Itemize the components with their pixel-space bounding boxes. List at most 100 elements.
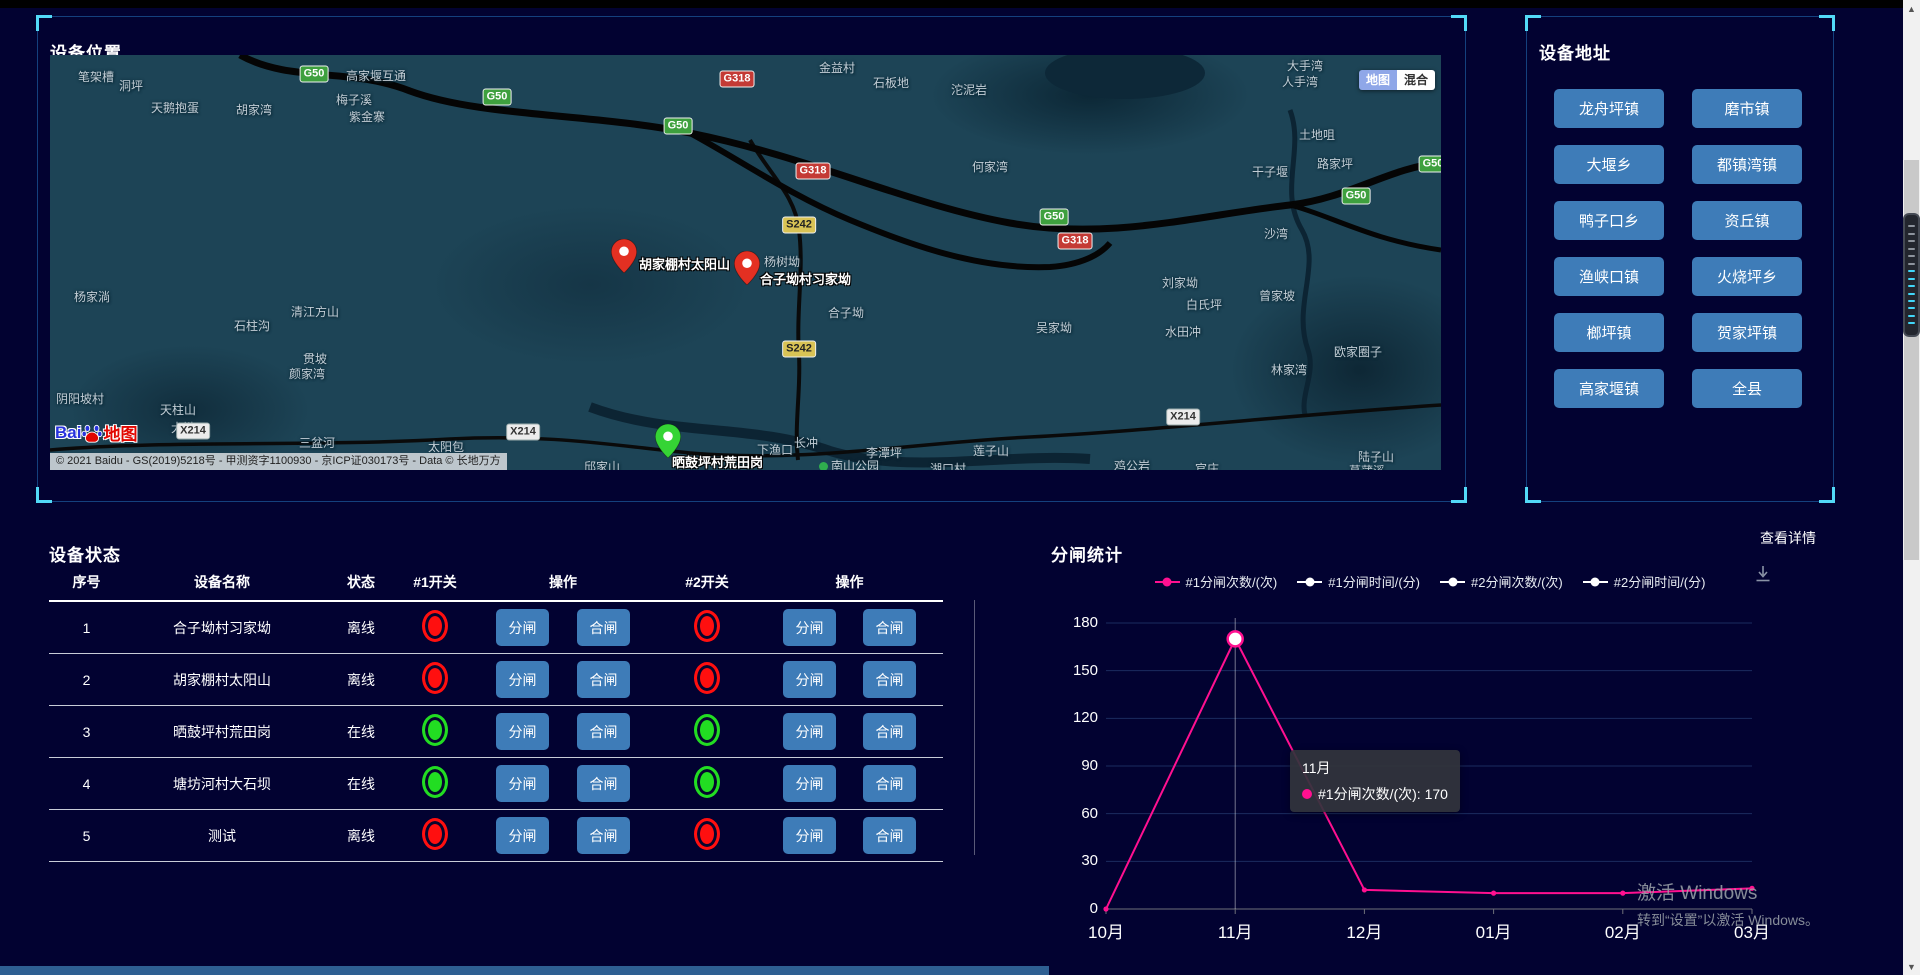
switch-indicator-off — [694, 818, 720, 850]
address-button-高家堰镇[interactable]: 高家堰镇 — [1554, 369, 1664, 408]
open-switch-button[interactable]: 分闸 — [783, 817, 836, 854]
corner-decoration — [1819, 487, 1835, 503]
map-place-label: 天柱山 — [160, 401, 196, 418]
page-scrollbar[interactable]: ▲ ▼ — [1903, 0, 1920, 975]
open-switch-button[interactable]: 分闸 — [496, 817, 549, 854]
legend-item[interactable]: #2分闸时间/(分) — [1583, 572, 1706, 591]
scrollbar-up-arrow[interactable]: ▲ — [1903, 0, 1920, 17]
map-place-label: 清江方山 — [291, 303, 339, 320]
close-switch-button[interactable]: 合闸 — [863, 661, 916, 698]
close-switch-button[interactable]: 合闸 — [863, 713, 916, 750]
map-type-control: 地图 混合 — [1359, 70, 1435, 90]
close-switch-button[interactable]: 合闸 — [577, 817, 630, 854]
switch-indicator-on — [422, 766, 448, 798]
legend-item[interactable]: #2分闸次数/(次) — [1440, 572, 1563, 591]
table-header-cell: #1开关 — [402, 572, 468, 592]
scroll-widget-stripe — [1908, 300, 1915, 302]
device-location-panel: 设备位置 笔架槽洞坪天鹅抱蛋胡家湾高家堰互通梅子溪紫金寨金益村石板地沱泥岩大手湾… — [37, 16, 1466, 502]
scroll-widget-stripe — [1908, 225, 1915, 227]
y-axis-tick-label: 30 — [1054, 852, 1098, 869]
close-switch-button[interactable]: 合闸 — [577, 713, 630, 750]
scroll-widget-stripe — [1908, 293, 1915, 295]
address-button-资丘镇[interactable]: 资丘镇 — [1692, 201, 1802, 240]
route-badge-X214: X214 — [506, 424, 540, 441]
legend-marker-dot — [1163, 577, 1172, 586]
map-marker-label: 胡家棚村太阳山 — [639, 254, 730, 273]
view-details-link[interactable]: 查看详情 — [1760, 528, 1816, 548]
map-marker-pin[interactable] — [734, 251, 760, 285]
x-axis-tick-label: 01月 — [1464, 918, 1524, 943]
scroll-widget-stripe — [1908, 278, 1915, 280]
address-button-磨市镇[interactable]: 磨市镇 — [1692, 89, 1802, 128]
close-switch-button[interactable]: 合闸 — [863, 609, 916, 646]
open-switch-button[interactable]: 分闸 — [783, 765, 836, 802]
legend-item[interactable]: #1分闸时间/(分) — [1297, 572, 1420, 591]
map-place-label: 路家坪 — [1317, 155, 1353, 172]
open-switch-button[interactable]: 分闸 — [496, 661, 549, 698]
open-switch-button[interactable]: 分闸 — [783, 609, 836, 646]
park-icon — [819, 462, 828, 470]
address-button-榔坪镇[interactable]: 榔坪镇 — [1554, 313, 1664, 352]
map-place-label: 鸡公岩 — [1114, 457, 1150, 470]
legend-item[interactable]: #1分闸次数/(次) — [1155, 572, 1278, 591]
map-type-option-map[interactable]: 地图 — [1359, 70, 1397, 90]
scroll-widget-stripe — [1908, 307, 1915, 309]
device-status: 在线 — [320, 722, 402, 742]
baidu-map[interactable]: 笔架槽洞坪天鹅抱蛋胡家湾高家堰互通梅子溪紫金寨金益村石板地沱泥岩大手湾人手湾土地… — [50, 55, 1441, 470]
open-switch-button[interactable]: 分闸 — [783, 661, 836, 698]
map-type-option-hybrid[interactable]: 混合 — [1397, 70, 1435, 90]
address-button-全县[interactable]: 全县 — [1692, 369, 1802, 408]
y-axis-tick-label: 0 — [1054, 900, 1098, 917]
dashboard: 设备位置 笔架槽洞坪天鹅抱蛋胡家湾高家堰互通梅子溪紫金寨金益村石板地沱泥岩大手湾… — [0, 0, 1920, 975]
switch2-cell — [658, 662, 756, 697]
map-place-label: 水田冲 — [1165, 323, 1201, 340]
map-place-label: 湖口村 — [930, 460, 966, 470]
tooltip-month: 11月 — [1302, 758, 1448, 778]
address-button-grid: 龙舟坪镇磨市镇大堰乡都镇湾镇鸭子口乡资丘镇渔峡口镇火烧坪乡榔坪镇贺家坪镇高家堰镇… — [1554, 89, 1802, 408]
route-badge-S242: S242 — [782, 217, 816, 234]
tooltip-value: #1分闸次数/(次): 170 — [1318, 784, 1448, 804]
device-name: 晒鼓坪村荒田岗 — [124, 722, 320, 742]
address-button-渔峡口镇[interactable]: 渔峡口镇 — [1554, 257, 1664, 296]
scroll-widget-stripe — [1908, 322, 1915, 324]
map-place-label: 白氏坪 — [1186, 296, 1222, 313]
address-button-都镇湾镇[interactable]: 都镇湾镇 — [1692, 145, 1802, 184]
address-button-龙舟坪镇[interactable]: 龙舟坪镇 — [1554, 89, 1664, 128]
y-axis-tick-label: 120 — [1054, 709, 1098, 726]
close-switch-button[interactable]: 合闸 — [577, 609, 630, 646]
table-header-cell: 序号 — [49, 572, 124, 592]
row-index: 4 — [49, 776, 124, 792]
switch1-cell — [402, 714, 468, 749]
table-row: 4塘坊河村大石坝在线分闸合闸分闸合闸 — [49, 758, 943, 810]
close-switch-button[interactable]: 合闸 — [577, 765, 630, 802]
close-switch-button[interactable]: 合闸 — [863, 765, 916, 802]
close-switch-button[interactable]: 合闸 — [577, 661, 630, 698]
row-actions: 分闸合闸 — [756, 713, 943, 750]
chart-tooltip: 11月 #1分闸次数/(次): 170 — [1290, 750, 1460, 812]
route-badge-G318: G318 — [1058, 233, 1093, 250]
address-button-贺家坪镇[interactable]: 贺家坪镇 — [1692, 313, 1802, 352]
map-marker-pin[interactable] — [611, 239, 637, 273]
legend-marker-dot — [1305, 577, 1314, 586]
row-actions: 分闸合闸 — [468, 817, 658, 854]
map-place-label: 梅子溪 — [336, 91, 372, 108]
legend-marker — [1583, 581, 1608, 583]
open-switch-button[interactable]: 分闸 — [496, 713, 549, 750]
address-button-鸭子口乡[interactable]: 鸭子口乡 — [1554, 201, 1664, 240]
open-switch-button[interactable]: 分闸 — [783, 713, 836, 750]
close-switch-button[interactable]: 合闸 — [863, 817, 916, 854]
switch2-cell — [658, 818, 756, 853]
address-button-大堰乡[interactable]: 大堰乡 — [1554, 145, 1664, 184]
route-badge-G50: G50 — [1342, 188, 1371, 205]
baidu-logo-text: Bai — [55, 423, 81, 443]
row-index: 5 — [49, 828, 124, 844]
open-switch-button[interactable]: 分闸 — [496, 609, 549, 646]
corner-decoration — [36, 487, 52, 503]
x-axis-tick-label: 12月 — [1334, 918, 1394, 943]
scroll-widget[interactable] — [1903, 213, 1920, 337]
y-axis-tick-label: 90 — [1054, 757, 1098, 774]
scrollbar-down-arrow[interactable]: ▼ — [1903, 958, 1920, 975]
scroll-widget-stripe — [1908, 263, 1915, 265]
address-button-火烧坪乡[interactable]: 火烧坪乡 — [1692, 257, 1802, 296]
open-switch-button[interactable]: 分闸 — [496, 765, 549, 802]
